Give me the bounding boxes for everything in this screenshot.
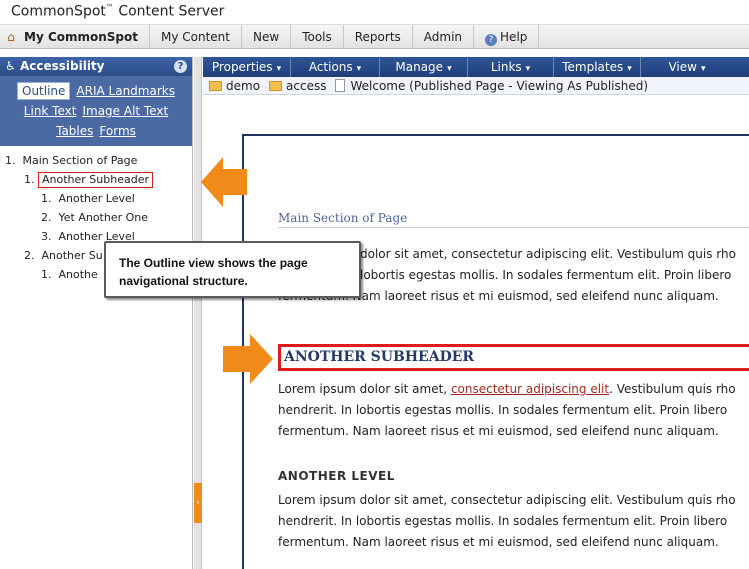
paragraph-2: Lorem ipsum dolor sit amet, consectetur … — [278, 379, 749, 442]
paragraph-line: fermentum. Nam laoreet risus et mi euism… — [278, 424, 719, 438]
outline-item-selected[interactable]: 1. Another Subheader — [0, 170, 192, 189]
paragraph-text: . Vestibulum quis rho — [609, 382, 736, 396]
paragraph-line: lobortis egestas mollis. In sodales ferm… — [360, 268, 732, 282]
main-menubar: ⌂ My CommonSpot My Content New Tools Rep… — [0, 24, 749, 49]
tab-tables[interactable]: Tables — [56, 124, 93, 138]
section-title: Main Section of Page — [278, 211, 749, 228]
paragraph-3: Lorem ipsum dolor sit amet, consectetur … — [278, 490, 749, 553]
panel-splitter[interactable]: ‹ — [194, 57, 202, 569]
home-icon[interactable]: ⌂ — [0, 30, 22, 44]
breadcrumb: demo access Welcome (Published Page - Vi… — [203, 77, 749, 95]
chevron-down-icon: ▾ — [525, 64, 531, 74]
toolbar-manage-label: Manage — [395, 60, 444, 74]
folder-icon — [209, 80, 222, 91]
outline-item-num: 2. — [41, 211, 52, 224]
paragraph-line: Lorem ipsum dolor sit amet, consectetur … — [278, 379, 749, 400]
outline-item[interactable]: 1. Another Level — [0, 189, 192, 208]
menu-help[interactable]: ? Help — [474, 24, 540, 49]
outline-item-label: Another Su — [41, 249, 103, 262]
panel-help-icon[interactable]: ? — [174, 60, 187, 73]
paragraph-line: hendrerit. In lobortis egestas mollis. I… — [278, 403, 728, 417]
outline-item-num: 3. — [41, 230, 52, 243]
paragraph-line: Lorem ipsum dolor sit amet, consectetur … — [278, 493, 736, 507]
paragraph-line: fermentum. Nam laoreet risus et mi euism… — [278, 535, 719, 549]
outline-item-label: Main Section of Page — [22, 154, 138, 167]
menu-admin[interactable]: Admin — [413, 24, 475, 49]
outline-item-label: Anothe — [58, 268, 98, 281]
toolbar-links[interactable]: Links ▾ — [468, 57, 554, 77]
toolbar-templates-label: Templates — [562, 60, 624, 74]
outline-item-num: 1. — [24, 173, 35, 186]
outline-item-num: 1. — [41, 268, 52, 281]
accessibility-panel-title: Accessibility — [19, 59, 105, 73]
toolbar-manage[interactable]: Manage ▾ — [380, 57, 468, 77]
outline-item[interactable]: 1. Main Section of Page — [0, 151, 192, 170]
page-icon — [335, 79, 346, 92]
outline-item-label: Another Subheader — [38, 172, 153, 188]
menu-reports[interactable]: Reports — [344, 24, 413, 49]
outline-item[interactable]: 2. Yet Another One — [0, 208, 192, 227]
commonspot-window: CommonSpot™ Content Server ⌂ My CommonSp… — [0, 0, 749, 569]
title-bar: CommonSpot™ Content Server — [0, 0, 749, 25]
accessibility-panel: ♿︎ Accessibility ? Outline ARIA Landmarks… — [0, 57, 193, 569]
help-icon: ? — [485, 33, 498, 46]
app-brand: CommonSpot™ Content Server — [11, 3, 224, 20]
brand-name: CommonSpot — [11, 3, 106, 20]
page-toolbar: Properties ▾ Actions ▾ Manage ▾ Links ▾ Temp… — [203, 57, 749, 77]
toolbar-links-label: Links — [490, 60, 522, 74]
tab-forms[interactable]: Forms — [99, 124, 135, 138]
paragraph-1: dolor sit amet, consectetur adipiscing e… — [278, 244, 749, 307]
outline-item-label: Yet Another One — [58, 211, 149, 224]
breadcrumb-demo[interactable]: demo — [226, 77, 260, 95]
outline-item-num: 1. — [41, 192, 52, 205]
paragraph-line: hendrerit. In lobortis egestas mollis. I… — [278, 514, 728, 528]
menu-my-content[interactable]: My Content — [150, 24, 242, 49]
tab-link-text[interactable]: Link Text — [24, 104, 77, 118]
chevron-down-icon: ▾ — [356, 64, 362, 74]
chevron-down-icon: ▾ — [627, 64, 632, 74]
tip-callout: The Outline view shows the page navigati… — [104, 241, 361, 298]
accessibility-tabs: Outline ARIA Landmarks Link Text Image Alt… — [0, 76, 192, 146]
chevron-down-icon: ▾ — [276, 64, 282, 74]
tab-aria-landmarks[interactable]: ARIA Landmarks — [76, 84, 175, 98]
outline-item-label: Another Level — [58, 192, 135, 205]
menu-tools[interactable]: Tools — [291, 24, 344, 49]
breadcrumb-page[interactable]: Welcome (Published Page - Viewing As Pub… — [350, 77, 648, 95]
folder-icon — [269, 80, 283, 91]
level-heading: ANOTHER LEVEL — [278, 469, 395, 483]
tab-outline[interactable]: Outline — [17, 82, 71, 100]
content-area: Properties ▾ Actions ▾ Manage ▾ Links ▾ Temp… — [203, 57, 749, 569]
chevron-down-icon: ▾ — [700, 64, 706, 74]
paragraph-line: dolor sit amet, consectetur adipiscing e… — [360, 247, 736, 261]
menu-new[interactable]: New — [242, 24, 292, 49]
toolbar-properties[interactable]: Properties ▾ — [203, 57, 291, 77]
menu-help-label: Help — [500, 29, 528, 44]
paragraph-text: Lorem ipsum dolor sit amet, — [278, 382, 451, 396]
brand-tm: ™ — [105, 3, 114, 12]
menu-my-commonspot[interactable]: My CommonSpot — [22, 24, 150, 49]
page-document: Main Section of Page dolor sit amet, con… — [242, 134, 749, 569]
brand-suffix: Content Server — [113, 3, 225, 20]
arrow-left-icon — [201, 157, 247, 207]
chevron-down-icon: ▾ — [447, 64, 452, 74]
subheader-highlighted: ANOTHER SUBHEADER — [278, 344, 749, 371]
collapse-panel-handle[interactable]: ‹ — [194, 483, 202, 523]
toolbar-properties-label: Properties — [211, 60, 273, 74]
toolbar-view[interactable]: View ▾ — [641, 57, 733, 77]
accessibility-icon: ♿︎ — [5, 59, 16, 73]
accessibility-panel-header: ♿︎ Accessibility ? — [0, 57, 192, 76]
outline-item-num: 2. — [24, 249, 35, 262]
toolbar-actions[interactable]: Actions ▾ — [291, 57, 380, 77]
breadcrumb-access[interactable]: access — [286, 77, 326, 95]
arrow-right-icon — [223, 334, 273, 384]
outline-item-num: 1. — [5, 154, 16, 167]
inline-link[interactable]: consectetur adipiscing elit — [451, 382, 609, 396]
tab-image-alt-text[interactable]: Image Alt Text — [82, 104, 168, 118]
toolbar-view-label: View — [668, 60, 697, 74]
toolbar-actions-label: Actions — [308, 60, 353, 74]
toolbar-templates[interactable]: Templates ▾ — [554, 57, 641, 77]
